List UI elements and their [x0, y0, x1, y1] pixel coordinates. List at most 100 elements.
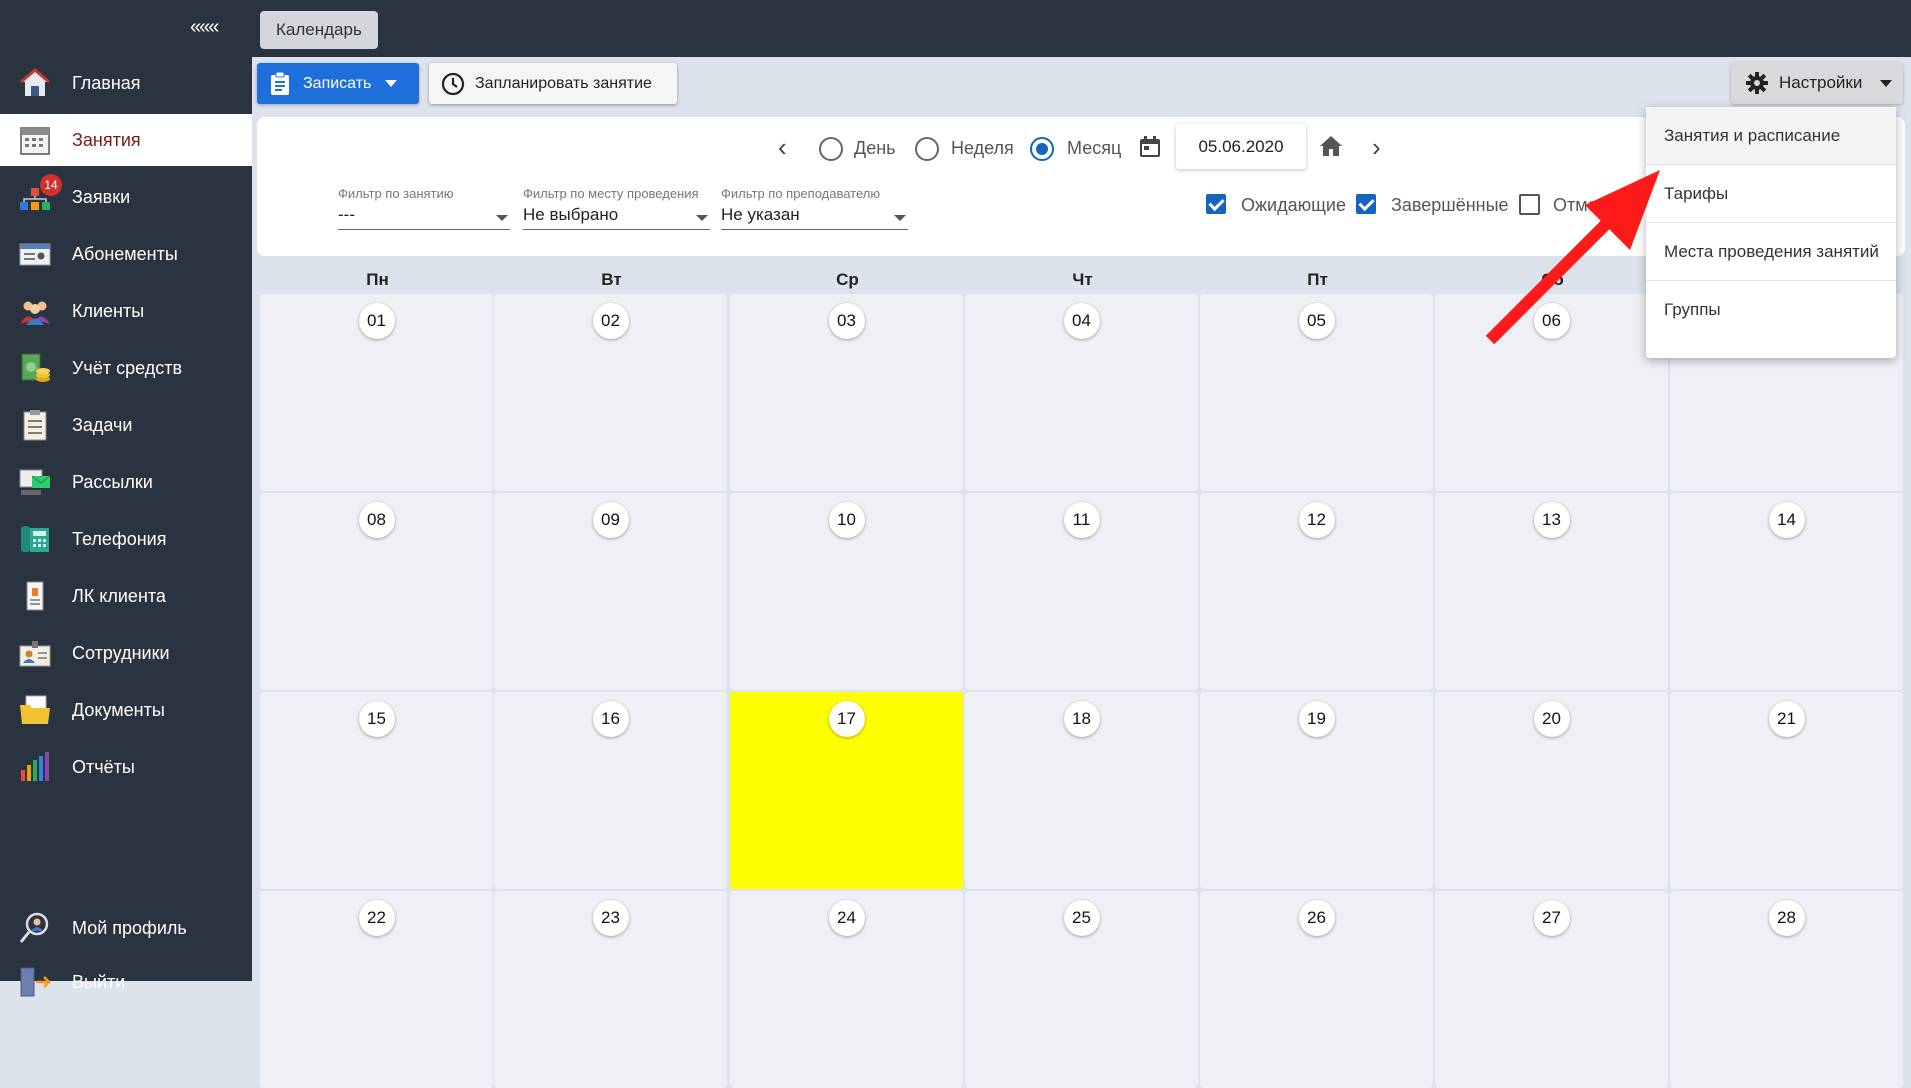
calendar-day-cell[interactable]: 25	[965, 891, 1198, 1088]
calendar-day-cell[interactable]: 12	[1200, 493, 1433, 690]
day-number[interactable]: 13	[1533, 502, 1570, 538]
day-number[interactable]: 24	[828, 900, 865, 936]
day-number[interactable]: 17	[828, 701, 865, 737]
day-number[interactable]: 03	[828, 303, 865, 339]
day-number[interactable]: 20	[1533, 701, 1570, 737]
sidebar-item-documents[interactable]: Документы	[0, 684, 252, 736]
day-number[interactable]: 21	[1768, 701, 1805, 737]
calendar-day-cell[interactable]: 20	[1435, 692, 1668, 889]
client-cabinet-icon	[18, 579, 52, 613]
sidebar: Главная Занятия 14 Заявки Абонементы Кли…	[0, 57, 252, 997]
pending-checkbox[interactable]	[1206, 194, 1226, 214]
sidebar-item-lessons[interactable]: Занятия	[0, 114, 252, 166]
day-number[interactable]: 04	[1063, 303, 1100, 339]
sidebar-item-subscriptions[interactable]: Абонементы	[0, 228, 252, 280]
day-number[interactable]: 16	[592, 701, 629, 737]
calendar-day-cell[interactable]: 23	[494, 891, 727, 1088]
day-number[interactable]: 18	[1063, 701, 1100, 737]
calendar-day-cell[interactable]: 09	[494, 493, 727, 690]
day-number[interactable]: 08	[358, 502, 395, 538]
view-day-label[interactable]: День	[854, 138, 896, 159]
day-number[interactable]: 14	[1768, 502, 1805, 538]
view-week-radio[interactable]	[915, 137, 939, 161]
calendar-day-cell[interactable]: 17	[730, 692, 963, 889]
sidebar-item-reports[interactable]: Отчёты	[0, 741, 252, 793]
calendar-day-cell[interactable]: 19	[1200, 692, 1433, 889]
next-period-button[interactable]: ›	[1372, 132, 1381, 163]
calendar-day-cell[interactable]: 05	[1200, 294, 1433, 491]
day-number[interactable]: 12	[1298, 502, 1335, 538]
sidebar-item-logout[interactable]: Выйти	[0, 956, 252, 1008]
calendar-day-cell[interactable]: 11	[965, 493, 1198, 690]
sidebar-item-home[interactable]: Главная	[0, 57, 252, 109]
sidebar-item-tasks[interactable]: Задачи	[0, 399, 252, 451]
sidebar-item-client-cabinet[interactable]: ЛК клиента	[0, 570, 252, 622]
sidebar-item-staff[interactable]: Сотрудники	[0, 627, 252, 679]
collapse-sidebar-button[interactable]: «««	[190, 16, 219, 39]
day-number[interactable]: 22	[358, 900, 395, 936]
day-number[interactable]: 09	[592, 502, 629, 538]
calendar-day-cell[interactable]: 28	[1670, 891, 1903, 1088]
date-input[interactable]: 05.06.2020	[1176, 124, 1306, 169]
home-today-icon[interactable]	[1318, 134, 1344, 163]
place-filter-select[interactable]: Не выбрано	[523, 205, 710, 230]
day-number[interactable]: 27	[1533, 900, 1570, 936]
calendar-day-cell[interactable]: 02	[494, 294, 727, 491]
day-number[interactable]: 01	[358, 303, 395, 339]
plan-lesson-button[interactable]: Запланировать занятие	[429, 63, 677, 104]
calendar-day-cell[interactable]: 08	[260, 493, 493, 690]
prev-period-button[interactable]: ‹	[778, 132, 787, 163]
completed-checkbox[interactable]	[1356, 194, 1376, 214]
teacher-filter-select[interactable]: Не указан	[721, 205, 908, 230]
calendar-day-cell[interactable]: 14	[1670, 493, 1903, 690]
view-week-label[interactable]: Неделя	[951, 138, 1014, 159]
menu-item-groups[interactable]: Группы	[1646, 281, 1896, 339]
calendar-day-cell[interactable]: 15	[260, 692, 493, 889]
calendar-day-cell[interactable]: 04	[965, 294, 1198, 491]
calendar-day-cell[interactable]: 22	[260, 891, 493, 1088]
day-number[interactable]: 23	[592, 900, 629, 936]
day-number[interactable]: 28	[1768, 900, 1805, 936]
calendar-day-cell[interactable]: 03	[730, 294, 963, 491]
calendar-day-cell[interactable]: 13	[1435, 493, 1668, 690]
sidebar-item-telephony[interactable]: Телефония	[0, 513, 252, 565]
menu-item-tariffs[interactable]: Тарифы	[1646, 165, 1896, 223]
calendar-icon	[18, 123, 52, 157]
tab-calendar[interactable]: Календарь	[260, 11, 378, 49]
sidebar-item-finance[interactable]: Учёт средств	[0, 342, 252, 394]
record-button[interactable]: Записать	[257, 63, 419, 104]
pending-label[interactable]: Ожидающие	[1241, 195, 1346, 216]
menu-item-venues[interactable]: Места проведения занятий	[1646, 223, 1896, 281]
calendar-day-cell[interactable]: 16	[494, 692, 727, 889]
calendar-day-cell[interactable]: 24	[730, 891, 963, 1088]
day-number[interactable]: 19	[1298, 701, 1335, 737]
sidebar-item-label: ЛК клиента	[72, 585, 166, 606]
lesson-filter-select[interactable]: ---	[338, 205, 510, 230]
calendar-picker-icon[interactable]	[1139, 136, 1161, 163]
day-number[interactable]: 26	[1298, 900, 1335, 936]
calendar-day-cell[interactable]: 26	[1200, 891, 1433, 1088]
day-number[interactable]: 05	[1298, 303, 1335, 339]
view-month-radio[interactable]	[1030, 137, 1054, 161]
day-number[interactable]: 02	[592, 303, 629, 339]
calendar-day-cell[interactable]: 01	[260, 294, 493, 491]
sidebar-item-mailings[interactable]: Рассылки	[0, 456, 252, 508]
teacher-filter-value: Не указан	[721, 205, 800, 224]
calendar-day-cell[interactable]: 21	[1670, 692, 1903, 889]
sidebar-item-clients[interactable]: Клиенты	[0, 285, 252, 337]
view-month-label[interactable]: Месяц	[1067, 138, 1121, 159]
day-number[interactable]: 11	[1063, 502, 1100, 538]
day-number[interactable]: 15	[358, 701, 395, 737]
menu-item-lessons-schedule[interactable]: Занятия и расписание	[1646, 107, 1896, 165]
chevron-down-icon	[894, 215, 906, 221]
requests-badge: 14	[40, 174, 62, 196]
sidebar-item-requests[interactable]: 14 Заявки	[0, 171, 252, 223]
view-day-radio[interactable]	[819, 137, 843, 161]
calendar-day-cell[interactable]: 10	[730, 493, 963, 690]
sidebar-item-my-profile[interactable]: Мой профиль	[0, 902, 252, 954]
settings-button[interactable]: Настройки	[1731, 62, 1903, 104]
day-number[interactable]: 10	[828, 502, 865, 538]
calendar-day-cell[interactable]: 18	[965, 692, 1198, 889]
calendar-day-cell[interactable]: 27	[1435, 891, 1668, 1088]
day-number[interactable]: 25	[1063, 900, 1100, 936]
